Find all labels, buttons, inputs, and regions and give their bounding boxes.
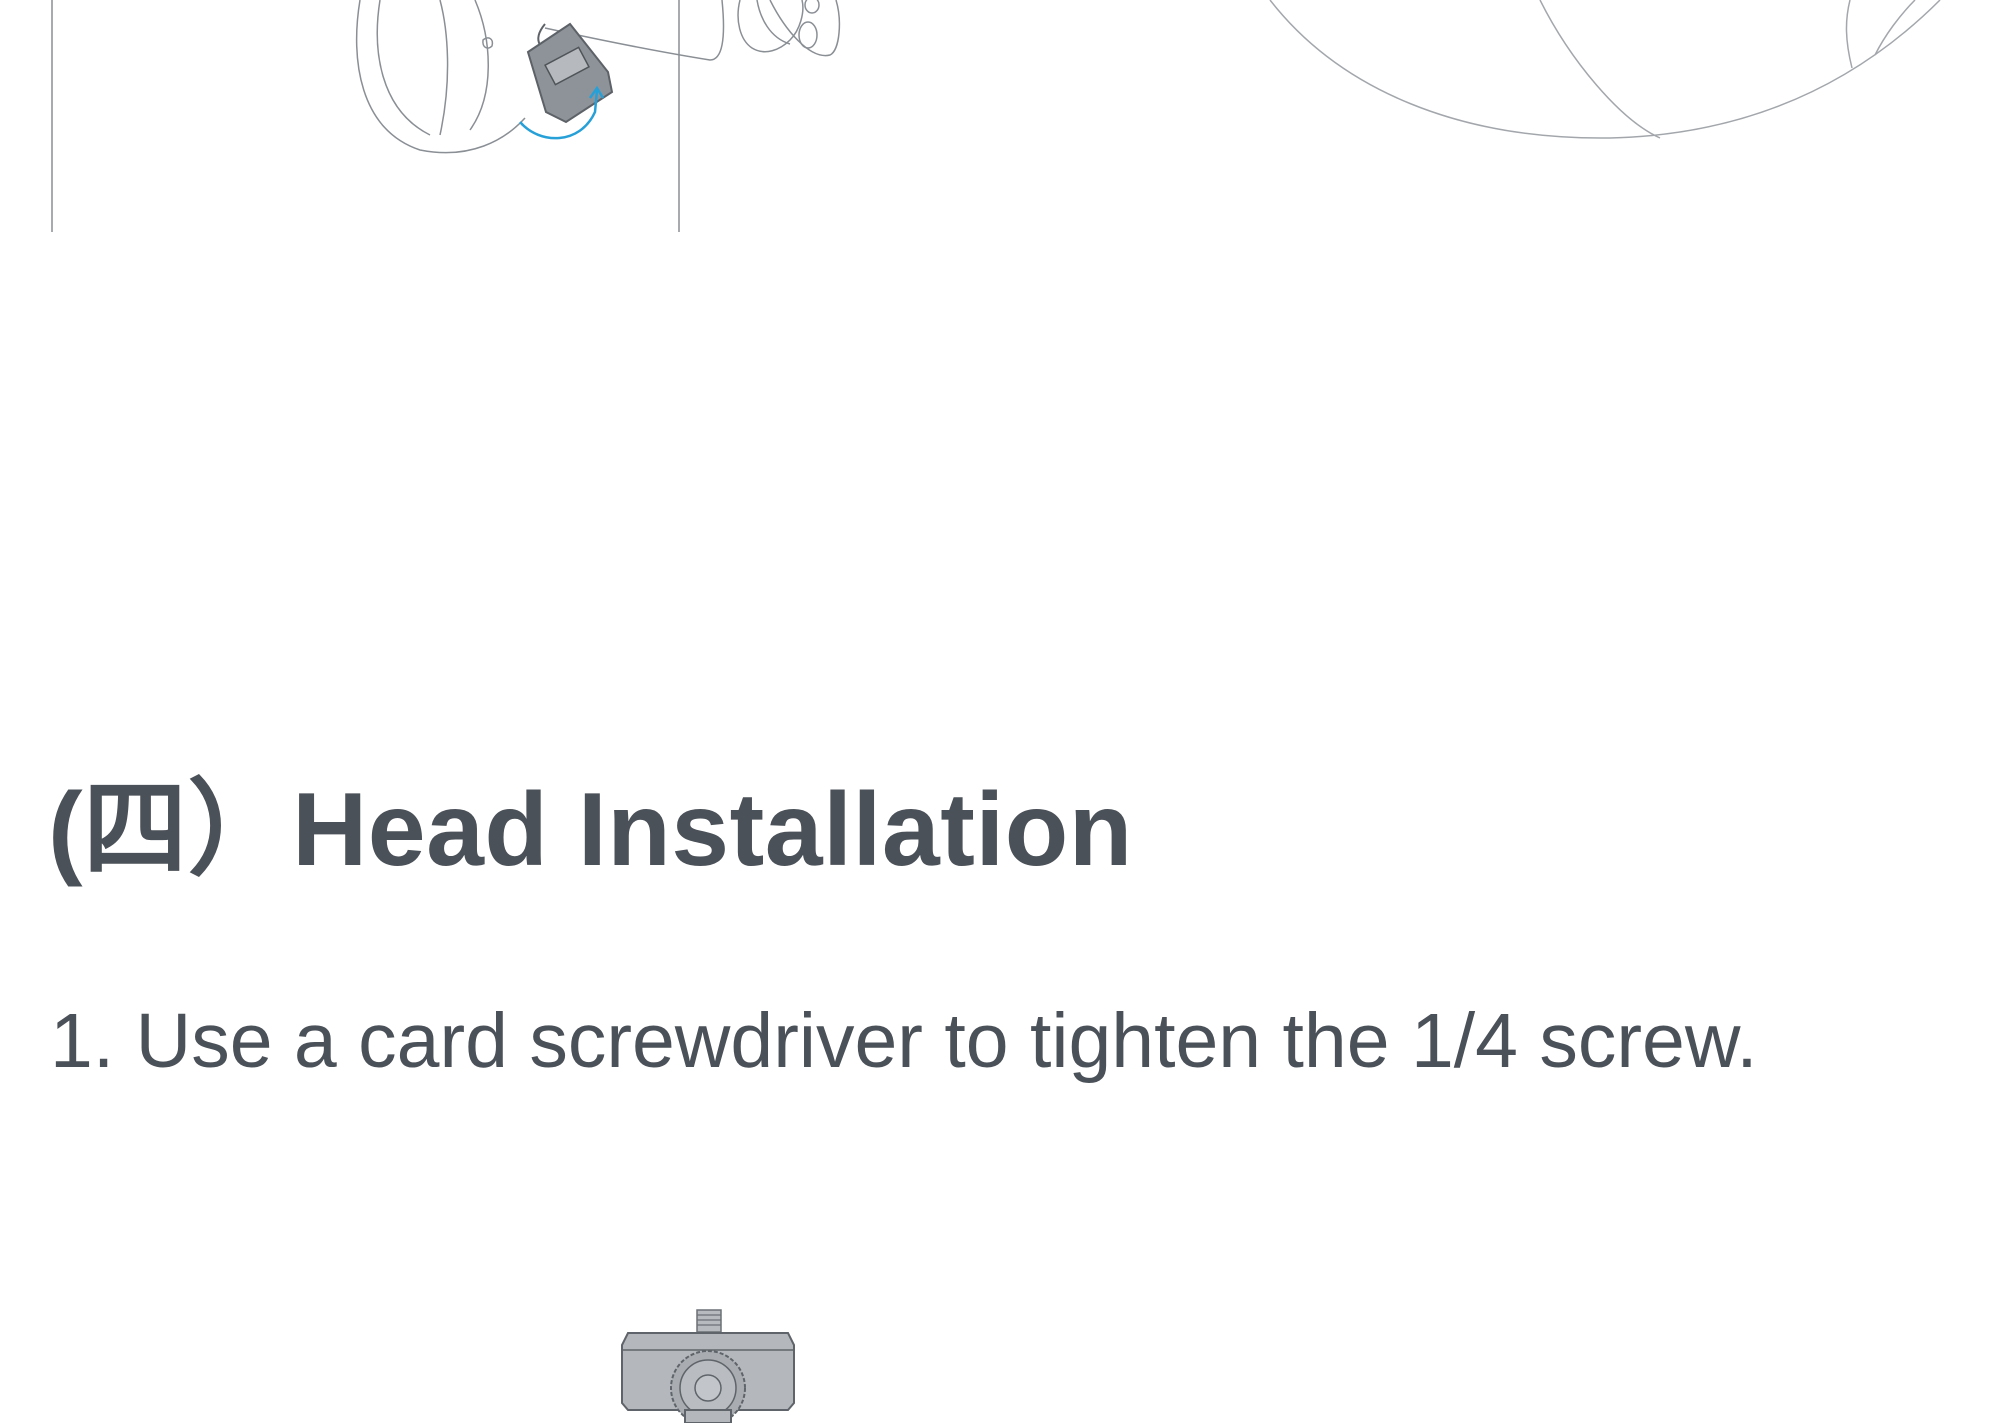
quarter-inch-screw	[696, 1309, 722, 1333]
section-title: (四）Head Installation	[48, 772, 1133, 888]
clamp-stem	[684, 1409, 732, 1423]
detail-circle-outline	[1269, 0, 1941, 139]
knob-outline	[737, 0, 804, 53]
detail-circle-illustration	[1269, 0, 1941, 139]
mount-rotation-illustration	[51, 0, 841, 232]
illustrations	[51, 0, 1941, 1423]
head-clamp-illustration	[621, 1309, 795, 1423]
step-1-text: 1. Use a card screwdriver to tighten the…	[50, 998, 1758, 1084]
card-screwdriver-tool	[526, 22, 614, 124]
